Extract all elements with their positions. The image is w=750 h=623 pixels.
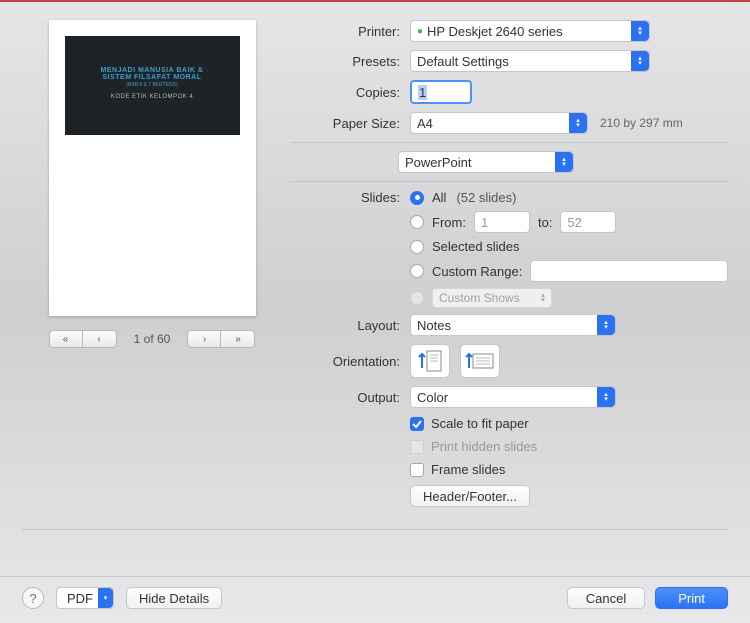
hide-details-button[interactable]: Hide Details	[126, 587, 222, 609]
slides-from-input[interactable]: 1	[474, 211, 530, 233]
frame-label: Frame slides	[431, 462, 505, 477]
updown-icon: ▴▾	[597, 315, 615, 335]
paper-size-value: A4	[417, 116, 433, 131]
slides-label: Slides:	[290, 190, 410, 205]
updown-icon: ▴▾	[569, 113, 587, 133]
slides-to-input[interactable]: 52	[560, 211, 616, 233]
orientation-portrait-button[interactable]	[410, 344, 450, 378]
print-preview: MENJADI MANUSIA BAIK & SISTEM FILSAFAT M…	[49, 20, 256, 316]
paper-size-label: Paper Size:	[290, 116, 410, 131]
help-icon: ?	[29, 591, 36, 606]
landscape-icon	[465, 348, 495, 374]
orientation-landscape-button[interactable]	[460, 344, 500, 378]
slides-custom-shows-radio	[410, 291, 424, 305]
hidden-label: Print hidden slides	[431, 439, 537, 454]
scale-checkbox[interactable]	[410, 417, 424, 431]
orientation-label: Orientation:	[290, 354, 410, 369]
slide-subtitle: KODE ETIK KELOMPOK 4	[111, 94, 193, 100]
pdf-label: PDF	[67, 591, 93, 606]
slides-all-radio[interactable]	[410, 191, 424, 205]
slide-thumbnail: MENJADI MANUSIA BAIK & SISTEM FILSAFAT M…	[65, 36, 240, 135]
slides-selected-radio[interactable]	[410, 240, 424, 254]
pdf-menu[interactable]: PDF ▾	[56, 587, 114, 609]
output-value: Color	[417, 390, 448, 405]
paper-size-select[interactable]: A4 ▴▾	[410, 112, 588, 134]
hidden-checkbox	[410, 440, 424, 454]
printer-status-icon: ●	[417, 26, 423, 37]
layout-select[interactable]: Notes ▴▾	[410, 314, 616, 336]
printer-label: Printer:	[290, 24, 410, 39]
check-icon	[412, 419, 422, 429]
slide-title-line2b: (BAB 6 & 7 BERTENS)	[126, 82, 177, 88]
updown-icon: ▴▾	[535, 289, 551, 307]
slides-all-label: All	[432, 190, 446, 205]
print-button[interactable]: Print	[655, 587, 728, 609]
portrait-icon	[417, 348, 443, 374]
updown-icon: ▴▾	[597, 387, 615, 407]
presets-label: Presets:	[290, 54, 410, 69]
printer-value: HP Deskjet 2640 series	[427, 24, 563, 39]
presets-value: Default Settings	[417, 54, 509, 69]
updown-icon: ▴▾	[555, 152, 573, 172]
print-label: Print	[678, 591, 705, 606]
printer-select[interactable]: ● HP Deskjet 2640 series ▴▾	[410, 20, 650, 42]
preview-first-button[interactable]: «	[49, 330, 83, 348]
preview-next-button[interactable]: ›	[187, 330, 221, 348]
app-section-select[interactable]: PowerPoint ▴▾	[398, 151, 574, 173]
slide-title-line1: MENJADI MANUSIA BAIK &	[101, 67, 204, 74]
paper-dimensions: 210 by 297 mm	[600, 116, 683, 130]
layout-value: Notes	[417, 318, 451, 333]
frame-checkbox[interactable]	[410, 463, 424, 477]
page-indicator: 1 of 60	[134, 332, 171, 346]
slides-to-value: 52	[567, 215, 581, 230]
slides-from-label: From:	[432, 215, 466, 230]
slides-custom-range-input[interactable]	[530, 260, 728, 282]
slides-custom-shows-label: Custom Shows	[439, 291, 520, 305]
app-section-value: PowerPoint	[405, 155, 471, 170]
slides-from-radio[interactable]	[410, 215, 424, 229]
slides-to-label: to:	[538, 215, 552, 230]
header-footer-button[interactable]: Header/Footer...	[410, 485, 530, 507]
help-button[interactable]: ?	[22, 587, 44, 609]
slides-custom-range-label: Custom Range:	[432, 264, 522, 279]
copies-label: Copies:	[290, 85, 410, 100]
copies-input[interactable]: 1	[410, 80, 472, 104]
preview-last-button[interactable]: »	[221, 330, 255, 348]
slides-all-count: (52 slides)	[456, 190, 516, 205]
slides-selected-label: Selected slides	[432, 239, 519, 254]
layout-label: Layout:	[290, 318, 410, 333]
cancel-label: Cancel	[586, 591, 626, 606]
slide-title-line2: SISTEM FILSAFAT MORAL	[102, 74, 201, 81]
output-label: Output:	[290, 390, 410, 405]
slides-custom-range-radio[interactable]	[410, 264, 424, 278]
cancel-button[interactable]: Cancel	[567, 587, 645, 609]
copies-value: 1	[418, 85, 427, 100]
scale-label: Scale to fit paper	[431, 416, 529, 431]
hide-details-label: Hide Details	[139, 591, 209, 606]
output-select[interactable]: Color ▴▾	[410, 386, 616, 408]
updown-icon: ▴▾	[631, 51, 649, 71]
header-footer-label: Header/Footer...	[423, 489, 517, 504]
preview-prev-button[interactable]: ‹	[83, 330, 117, 348]
slides-from-value: 1	[481, 215, 488, 230]
slides-custom-shows-select: Custom Shows ▴▾	[432, 288, 552, 308]
presets-select[interactable]: Default Settings ▴▾	[410, 50, 650, 72]
updown-icon: ▴▾	[631, 21, 649, 41]
down-icon: ▾	[98, 588, 113, 608]
